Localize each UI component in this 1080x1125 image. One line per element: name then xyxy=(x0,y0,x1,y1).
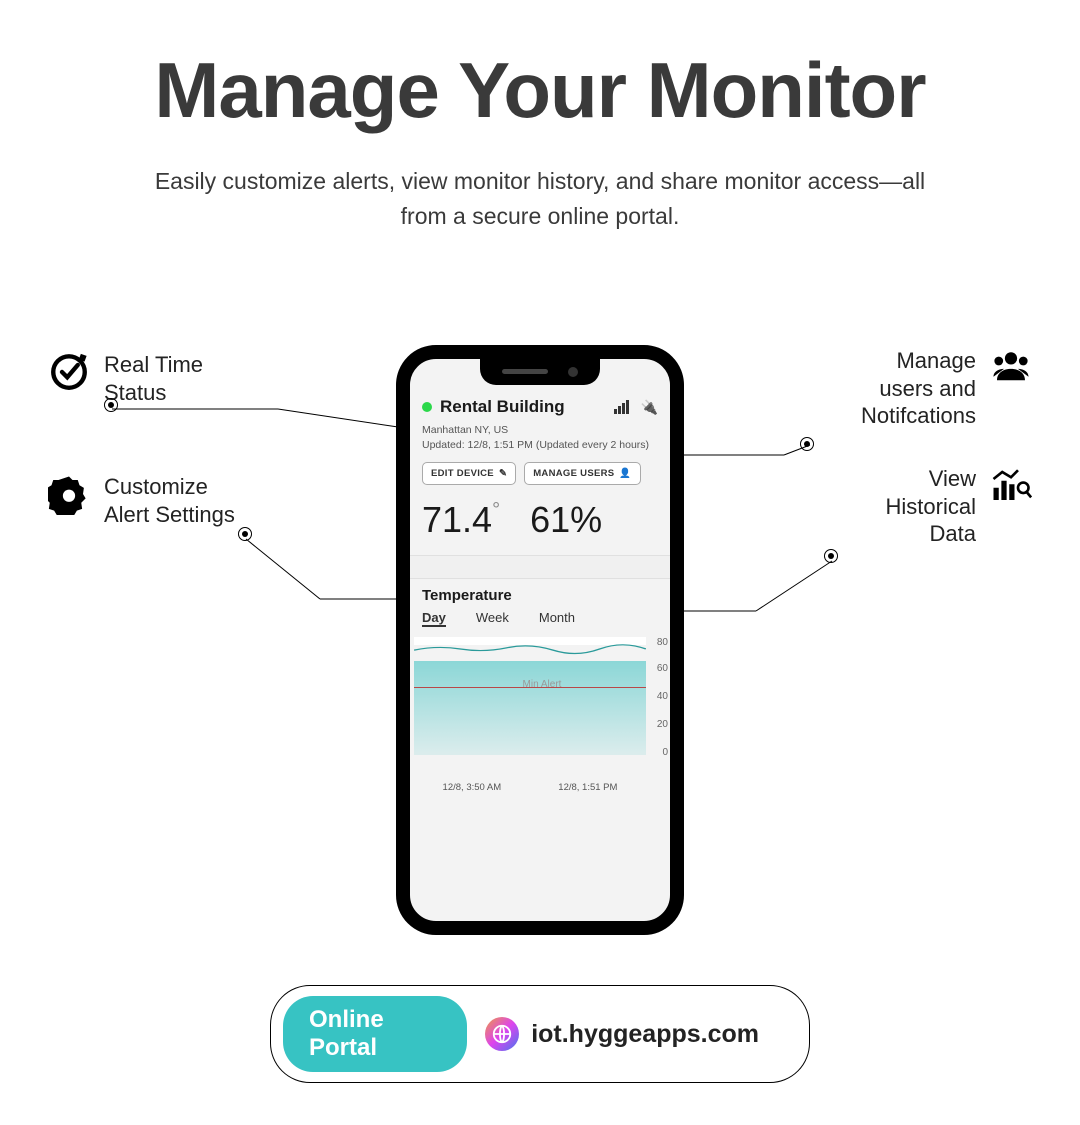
chart-search-icon xyxy=(990,465,1032,507)
min-alert-label: Min Alert xyxy=(523,679,562,690)
phone-mockup: Rental Building 🔌 Manhattan NY, US Updat… xyxy=(396,345,684,935)
tab-day[interactable]: Day xyxy=(422,610,446,627)
temperature-chart: Min Alert 80 60 40 20 0 12/8, 3:50 AM12/… xyxy=(414,635,670,775)
phone-notch xyxy=(480,359,600,385)
connector-dot xyxy=(104,398,118,412)
callout-realtime: Real Time Status xyxy=(48,351,203,406)
chart-tabs[interactable]: Day Week Month xyxy=(410,606,670,635)
connector-dot xyxy=(800,437,814,451)
edit-icon: ✎ xyxy=(499,468,507,479)
users-icon xyxy=(990,347,1032,389)
connector-dot xyxy=(824,549,838,563)
signal-icon xyxy=(614,400,629,414)
edit-device-button[interactable]: EDIT DEVICE✎ xyxy=(422,462,516,485)
callout-label: Real Time Status xyxy=(104,351,203,406)
page-title: Manage Your Monitor xyxy=(0,45,1080,136)
tab-month[interactable]: Month xyxy=(539,610,575,627)
check-clock-icon xyxy=(48,351,90,393)
status-dot xyxy=(422,402,432,412)
gear-icon xyxy=(48,473,90,515)
plug-icon: 🔌 xyxy=(641,399,658,416)
page-subtitle: Easily customize alerts, view monitor hi… xyxy=(130,164,950,233)
callout-label: Customize Alert Settings xyxy=(104,473,235,528)
device-location: Manhattan NY, US xyxy=(422,423,658,438)
callout-label: Manage users and Notifcations xyxy=(861,347,976,430)
manage-users-button[interactable]: MANAGE USERS👤 xyxy=(524,462,640,485)
portal-bar: Online Portal iot.hyggeapps.com xyxy=(270,985,810,1083)
connector-dot xyxy=(238,527,252,541)
callout-customize: Customize Alert Settings xyxy=(48,473,235,528)
globe-icon xyxy=(485,1017,519,1051)
callout-label: View Historical Data xyxy=(886,465,976,548)
device-name: Rental Building xyxy=(440,397,606,417)
portal-badge: Online Portal xyxy=(283,996,467,1072)
humidity-reading: 61% xyxy=(530,499,602,541)
device-updated: Updated: 12/8, 1:51 PM (Updated every 2 … xyxy=(422,438,658,453)
tab-week[interactable]: Week xyxy=(476,610,509,627)
temperature-reading: 71.4° xyxy=(422,499,500,541)
chart-title: Temperature xyxy=(410,579,670,606)
callout-history: View Historical Data xyxy=(886,465,1032,548)
portal-url[interactable]: iot.hyggeapps.com xyxy=(485,1017,759,1051)
user-icon: 👤 xyxy=(619,468,631,479)
callout-users: Manage users and Notifcations xyxy=(861,347,1032,430)
